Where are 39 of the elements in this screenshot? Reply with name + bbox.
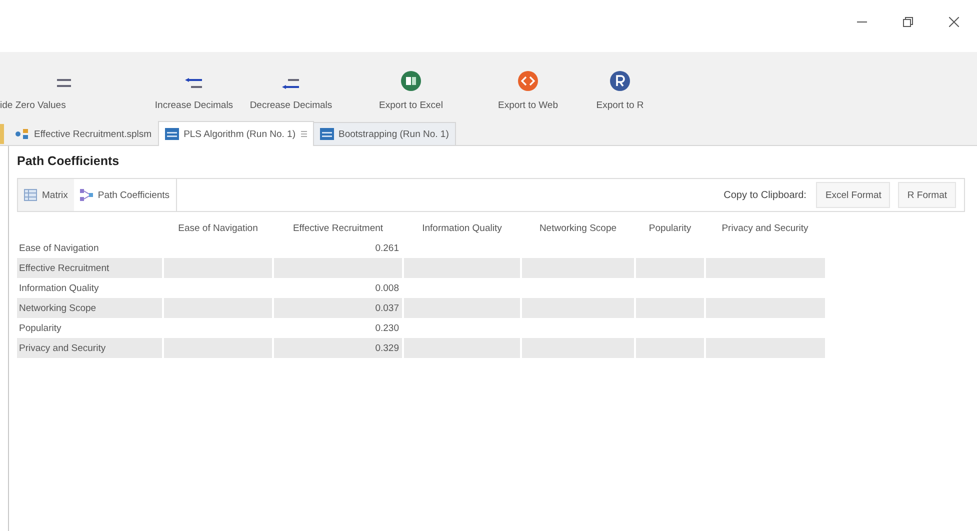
code-icon: [518, 71, 538, 91]
view-tab[interactable]: Matrix: [18, 179, 74, 211]
toolbar-button[interactable]: Export to Excel: [366, 71, 456, 111]
column-header: Popularity: [648, 222, 692, 236]
report-icon: [320, 128, 334, 140]
document-tab[interactable]: PLS Algorithm (Run No. 1): [158, 121, 314, 146]
table-cell: 0.037: [273, 298, 403, 318]
row-header: Information Quality: [17, 278, 163, 298]
restore-icon: [903, 17, 913, 27]
row-header: Networking Scope: [17, 298, 163, 318]
column-header: Ease of Navigation: [177, 222, 259, 236]
decrease-decimals-icon: [281, 77, 301, 91]
toolbar-button[interactable]: ide Zero Values: [0, 71, 120, 111]
toolbar-button[interactable]: Decrease Decimals: [246, 71, 336, 111]
toolbar-button[interactable]: Export to R: [575, 71, 665, 111]
increase-decimals-icon: [184, 77, 204, 91]
copy-format-button[interactable]: Excel Format: [816, 182, 890, 208]
toolbar-button[interactable]: Increase Decimals: [149, 71, 239, 111]
document-tab[interactable]: Bootstrapping (Run No. 1): [312, 122, 456, 145]
row-header: Ease of Navigation: [17, 238, 163, 258]
model-icon: [15, 128, 29, 140]
column-header: Privacy and Security: [720, 222, 810, 236]
table-cell: 0.329: [273, 338, 403, 358]
grid-icon: [24, 189, 37, 201]
row-header: Effective Recruitment: [17, 258, 163, 278]
copy-format-button[interactable]: R Format: [898, 182, 956, 208]
column-header: Effective Recruitment: [292, 222, 384, 236]
report-icon: [164, 128, 179, 140]
r-logo-icon: [610, 71, 630, 91]
column-header: Information Quality: [421, 222, 503, 236]
path-icon: [80, 189, 93, 201]
clipboard-label: Copy to Clipboard:: [724, 190, 806, 200]
toolbar-button[interactable]: Export to Web: [483, 71, 573, 111]
section-title: Path Coefficients: [17, 154, 120, 168]
spreadsheet-icon: [401, 71, 421, 91]
close-icon: [949, 17, 959, 27]
row-header: Privacy and Security: [17, 338, 163, 358]
column-header: Networking Scope: [538, 222, 618, 236]
row-header: Popularity: [17, 318, 163, 338]
